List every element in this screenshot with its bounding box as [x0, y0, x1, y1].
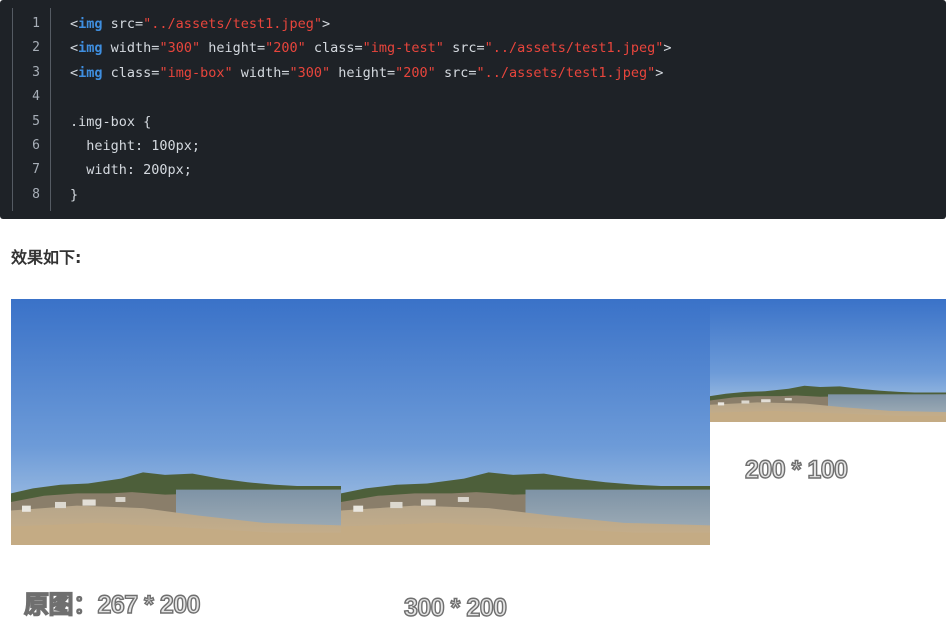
code-token: < [70, 40, 79, 57]
code-line: <img width="300" height="200" class="img… [70, 36, 672, 60]
section-heading: 效果如下: [11, 248, 82, 267]
code-token: width= [102, 40, 160, 57]
line-number: 3 [32, 64, 40, 80]
caption-300x200: 300 * 200 [403, 593, 507, 622]
code-token: "img-test" [362, 40, 444, 57]
line-number: 6 [32, 138, 40, 153]
code-token: src= [102, 16, 144, 32]
code-token: width= [232, 64, 290, 81]
line-number: 2 [32, 40, 40, 56]
code-token: < [70, 16, 79, 32]
code-token: "../assets/test1.jpeg" [143, 16, 322, 32]
code-line: <img class="img-box" width="300" height=… [70, 61, 663, 85]
caption-original-size: 原图：267 * 200 [23, 590, 201, 619]
code-token: "../assets/test1.jpeg" [484, 40, 664, 57]
code-token: "200" [395, 64, 436, 81]
code-token: img [78, 16, 103, 32]
code-token: > [655, 64, 664, 81]
line-number: 7 [32, 162, 40, 178]
code-token: img [78, 64, 103, 81]
line-number: 8 [32, 186, 40, 202]
code-token: img [78, 40, 103, 57]
code-token: .img-box { [70, 113, 152, 130]
beach-image-200x100 [710, 299, 946, 422]
code-line: } [70, 183, 78, 207]
code-token: } [70, 186, 79, 203]
beach-image-300x200 [341, 299, 710, 545]
line-number: 1 [32, 16, 40, 31]
code-token: < [70, 64, 79, 81]
code-token: "300" [289, 64, 331, 81]
code-line: <img src="../assets/test1.jpeg"> [70, 12, 330, 36]
code-token: "../assets/test1.jpeg" [476, 64, 656, 81]
code-token: height: 100px; [70, 138, 201, 154]
beach-image-original [11, 299, 341, 545]
code-token: height= [200, 40, 266, 57]
code-line: .img-box { [70, 110, 151, 134]
caption-200x100: 200 * 100 [744, 455, 848, 484]
code-token: > [663, 40, 672, 57]
code-token: "300" [159, 40, 201, 57]
code-token: height= [330, 64, 396, 81]
line-number: 5 [32, 113, 40, 129]
code-block: 12345678 <img src="../assets/test1.jpeg"… [0, 0, 946, 219]
code-line: height: 100px; [70, 134, 200, 158]
code-token: src= [435, 64, 477, 81]
code-token: class= [102, 64, 160, 81]
code-token: class= [305, 40, 363, 57]
code-token: width: 200px; [70, 162, 192, 179]
code-token: > [321, 16, 331, 32]
code-token: src= [443, 40, 485, 57]
line-number: 4 [32, 89, 40, 105]
code-line: width: 200px; [70, 158, 192, 182]
code-token: "200" [265, 40, 306, 57]
code-token: "img-box" [159, 64, 233, 81]
